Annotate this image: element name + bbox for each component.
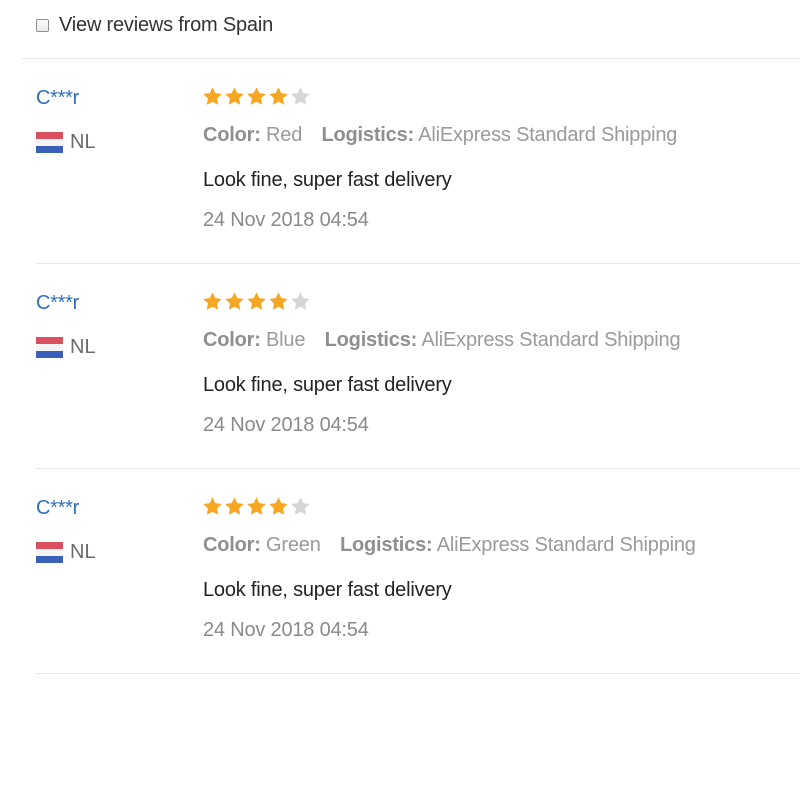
logistics-value: AliExpress Standard Shipping xyxy=(436,534,696,556)
color-label: Color: xyxy=(203,124,261,146)
star-empty-icon xyxy=(291,292,310,310)
order-details: Color: Green Logistics: AliExpress Stand… xyxy=(203,534,696,557)
country-code: NL xyxy=(70,336,96,358)
reviewer-country: NL xyxy=(36,131,96,154)
spain-filter-checkbox[interactable] xyxy=(36,18,49,32)
star-rating xyxy=(202,291,311,312)
order-details: Color: Red Logistics: AliExpress Standar… xyxy=(203,124,677,147)
reviewer-name: C***r xyxy=(36,497,79,519)
logistics-label: Logistics: xyxy=(321,124,415,146)
logistics-label: Logistics: xyxy=(324,329,418,351)
star-rating xyxy=(202,86,311,107)
star-filled-icon xyxy=(269,292,288,310)
reviewer-name: C***r xyxy=(36,292,79,314)
star-empty-icon xyxy=(291,87,310,105)
color-value: Red xyxy=(266,124,303,146)
review-item: C***r NL Color: Blue Logistics: AliExpre… xyxy=(0,264,800,469)
star-rating xyxy=(202,496,311,517)
netherlands-flag-icon xyxy=(36,542,63,563)
review-date: 24 Nov 2018 04:54 xyxy=(203,619,369,641)
netherlands-flag-icon xyxy=(36,132,63,153)
star-filled-icon xyxy=(225,497,244,515)
star-filled-icon xyxy=(203,497,222,515)
reviewer-name: C***r xyxy=(36,87,79,109)
divider xyxy=(36,673,800,674)
logistics-value: AliExpress Standard Shipping xyxy=(418,124,678,146)
color-label: Color: xyxy=(203,329,261,351)
star-filled-icon xyxy=(203,87,222,105)
order-details: Color: Blue Logistics: AliExpress Standa… xyxy=(203,329,681,352)
star-empty-icon xyxy=(291,497,310,515)
reviewer-country: NL xyxy=(36,541,96,564)
star-filled-icon xyxy=(225,87,244,105)
reviewer-country: NL xyxy=(36,336,96,359)
star-filled-icon xyxy=(247,87,266,105)
star-filled-icon xyxy=(269,497,288,515)
logistics-label: Logistics: xyxy=(340,534,433,556)
review-text: Look fine, super fast delivery xyxy=(203,169,452,191)
star-filled-icon xyxy=(269,87,288,105)
color-value: Green xyxy=(266,534,321,556)
review-item: C***r NL Color: Green Logistics: AliExpr… xyxy=(0,469,800,674)
color-value: Blue xyxy=(266,329,306,351)
country-code: NL xyxy=(70,131,96,153)
logistics-value: AliExpress Standard Shipping xyxy=(421,329,681,351)
review-text: Look fine, super fast delivery xyxy=(203,374,452,396)
filter-row: View reviews from Spain xyxy=(36,12,273,38)
netherlands-flag-icon xyxy=(36,337,63,358)
star-filled-icon xyxy=(247,292,266,310)
review-date: 24 Nov 2018 04:54 xyxy=(203,414,369,436)
star-filled-icon xyxy=(203,292,222,310)
star-filled-icon xyxy=(247,497,266,515)
review-item: C***r NL Color: Red Logistics: AliExpres… xyxy=(0,59,800,264)
star-filled-icon xyxy=(225,292,244,310)
review-text: Look fine, super fast delivery xyxy=(203,579,452,601)
country-code: NL xyxy=(70,541,96,563)
color-label: Color: xyxy=(203,534,261,556)
review-date: 24 Nov 2018 04:54 xyxy=(203,209,369,231)
spain-filter-label[interactable]: View reviews from Spain xyxy=(59,14,273,37)
